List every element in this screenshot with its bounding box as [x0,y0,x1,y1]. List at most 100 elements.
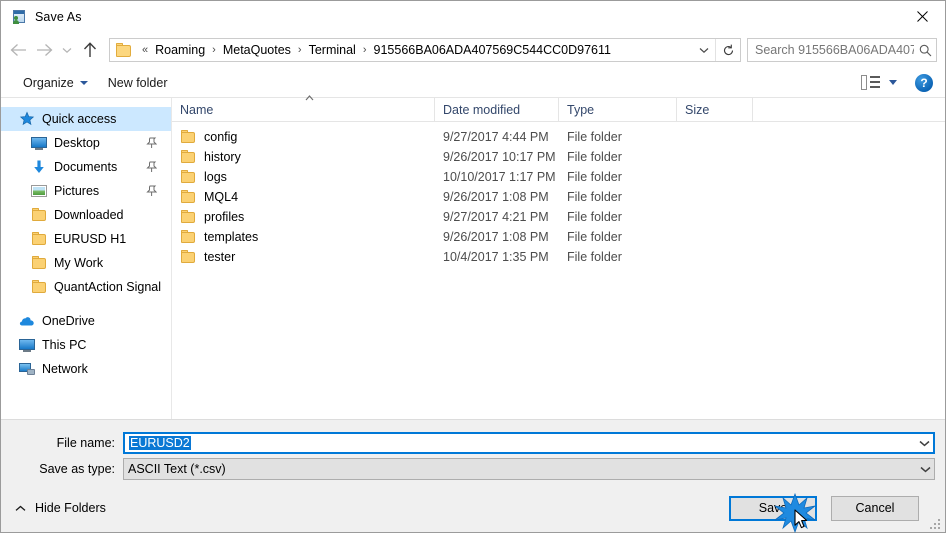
file-name-input[interactable]: EURUSD2 [123,432,935,454]
save-as-icon [11,9,27,25]
sidebar-item-label: Pictures [54,184,100,198]
pin-icon[interactable] [146,161,158,173]
cancel-button[interactable]: Cancel [831,495,919,521]
breadcrumb-separator[interactable]: › [358,44,372,56]
sidebar-item-downloaded[interactable]: Downloaded [1,203,171,227]
sidebar-item-documents[interactable]: Documents [1,155,171,179]
file-list-headers: Name Date modified Type Size [172,95,945,122]
help-button[interactable]: ? [915,73,933,92]
search-icon [914,44,936,57]
save-as-type-label: Save as type: [39,462,115,476]
file-date-cell: 9/27/2017 4:21 PM [443,210,549,224]
chevron-down-icon [919,440,929,446]
folder-icon [180,189,196,205]
folder-icon [31,231,47,247]
sidebar-item-this-pc[interactable]: This PC [1,333,171,357]
save-as-type-dropdown-button[interactable] [916,466,934,473]
sidebar-item-my-work[interactable]: My Work [1,251,171,275]
back-button[interactable] [5,37,31,63]
save-as-type-select[interactable]: ASCII Text (*.csv) [123,458,935,480]
search-box[interactable]: Search 915566BA06ADA40756... [747,38,937,62]
pin-icon[interactable] [146,137,158,149]
breadcrumb-item-metaquotes[interactable]: MetaQuotes [221,42,293,58]
column-header-type[interactable]: Type [559,98,677,121]
close-button[interactable] [899,1,945,31]
file-name-cell: profiles [172,209,435,225]
file-name-row: File name: EURUSD2 [1,432,945,454]
column-header-label: Name [180,102,214,117]
breadcrumb-item-guid[interactable]: 915566BA06ADA407569C544CC0D97611 [372,42,613,58]
breadcrumb-overflow[interactable]: « [137,44,153,56]
table-row[interactable]: tester 10/4/2017 1:35 PM File folder [172,247,945,267]
hide-folders-button[interactable]: Hide Folders [15,501,106,515]
download-arrow-icon [31,159,47,175]
sidebar-item-label: Desktop [54,136,100,150]
sidebar-item-pictures[interactable]: Pictures [1,179,171,203]
file-type-cell: File folder [567,190,622,204]
file-name-dropdown-button[interactable] [915,440,933,447]
save-form: File name: EURUSD2 Save as type: ASCII T… [1,420,945,484]
column-header-size[interactable]: Size [677,98,753,121]
address-bar[interactable]: « Roaming › MetaQuotes › Terminal › 9155… [109,38,741,62]
file-type-cell: File folder [567,170,622,184]
file-name-cell: MQL4 [172,189,435,205]
table-row[interactable]: history 9/26/2017 10:17 PM File folder [172,147,945,167]
view-options-chevron-down-icon[interactable] [889,80,897,85]
file-date-cell: 9/26/2017 1:08 PM [443,230,549,244]
table-row[interactable]: logs 10/10/2017 1:17 PM File folder [172,167,945,187]
breadcrumb-item-terminal[interactable]: Terminal [307,42,358,58]
sidebar-item-desktop[interactable]: Desktop [1,131,171,155]
file-date-cell: 10/4/2017 1:35 PM [443,250,549,264]
resize-grip[interactable] [930,517,942,529]
view-options-icon[interactable] [861,74,881,91]
file-name-label: templates [204,230,259,244]
column-header-label: Type [567,102,595,117]
pin-icon[interactable] [146,185,158,197]
save-button[interactable]: Save [729,495,817,521]
table-row[interactable]: templates 9/26/2017 1:08 PM File folder [172,227,945,247]
recent-locations-button[interactable] [57,37,77,63]
file-type-cell: File folder [567,210,622,224]
folder-icon [180,209,196,225]
up-button[interactable] [77,37,103,63]
save-as-dialog: Save As « Roaming › MetaQuotes › Termina… [0,0,946,533]
refresh-button[interactable] [716,39,740,61]
sort-ascending-icon [305,91,314,101]
address-dropdown-button[interactable] [693,39,715,61]
title-bar: Save As [1,1,945,32]
table-row[interactable]: profiles 9/27/2017 4:21 PM File folder [172,207,945,227]
table-row[interactable]: config 9/27/2017 4:44 PM File folder [172,127,945,147]
chevron-down-icon [79,80,88,85]
column-header-date-modified[interactable]: Date modified [435,98,559,121]
sidebar-item-onedrive[interactable]: OneDrive [1,309,171,333]
file-name-label: MQL4 [204,190,239,204]
cloud-icon [19,313,35,329]
sidebar-item-quantaction-signal[interactable]: QuantAction Signal [1,275,171,299]
sidebar-item-network[interactable]: Network [1,357,171,381]
organize-label: Organize [23,75,74,90]
chevron-down-icon [699,47,709,53]
sidebar-item-eurusd-h1[interactable]: EURUSD H1 [1,227,171,251]
arrow-up-icon [83,42,97,57]
column-header-label: Date modified [443,102,521,117]
cancel-button-label: Cancel [855,501,895,515]
organize-button[interactable]: Organize [15,73,96,93]
dialog-body: Quick access Desktop Documents Pictures … [1,95,945,420]
file-name-value: EURUSD2 [129,436,191,450]
file-name-cell: config [172,129,435,145]
column-header-name[interactable]: Name [172,95,435,121]
breadcrumb-separator[interactable]: › [207,44,221,56]
breadcrumb-item-roaming[interactable]: Roaming [153,42,207,58]
folder-icon [31,255,47,271]
file-name-value-wrap: EURUSD2 [125,436,915,450]
sidebar-item-label: OneDrive [42,314,95,328]
chevron-up-icon [15,505,26,512]
sidebar-item-quick-access[interactable]: Quick access [1,107,171,131]
breadcrumb-separator[interactable]: › [293,44,307,56]
forward-button[interactable] [31,37,57,63]
search-input[interactable]: Search 915566BA06ADA40756... [748,43,914,57]
new-folder-button[interactable]: New folder [100,73,176,93]
table-row[interactable]: MQL4 9/26/2017 1:08 PM File folder [172,187,945,207]
file-date-cell: 10/10/2017 1:17 PM [443,170,556,184]
